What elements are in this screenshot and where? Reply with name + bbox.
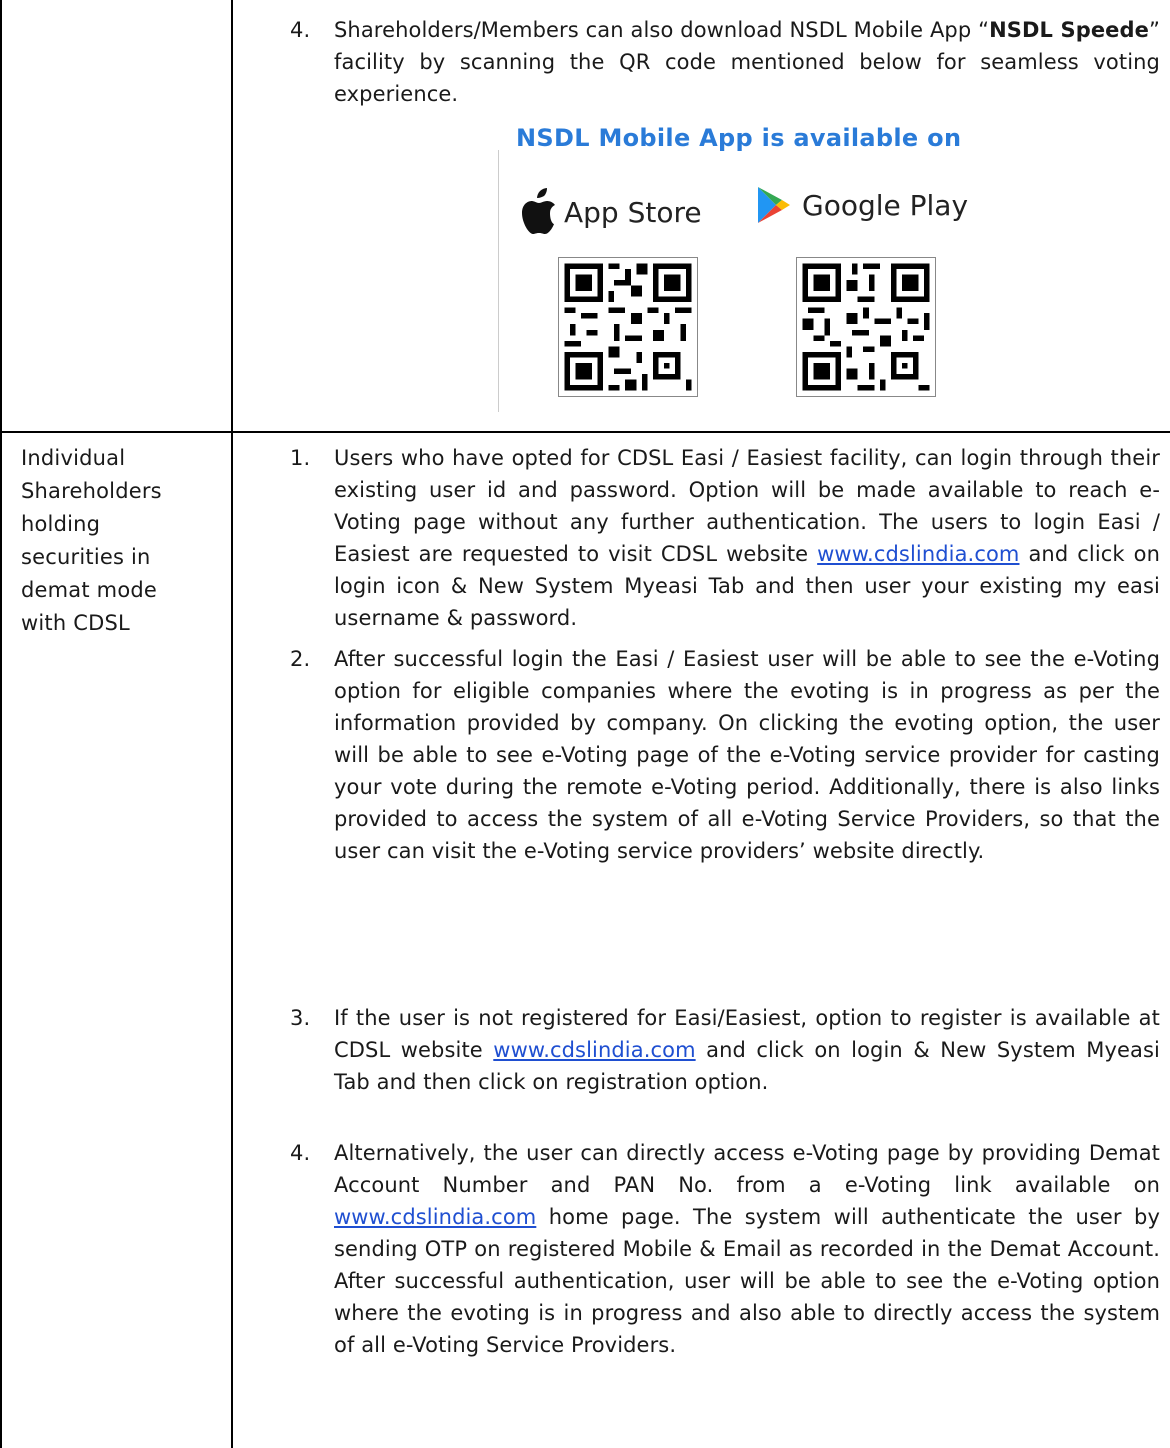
- category-line: with CDSL: [21, 611, 130, 635]
- item-number: 4.: [290, 1141, 311, 1165]
- app-store-badge[interactable]: App Store: [516, 188, 702, 236]
- item-text: Shareholders/Members can also download N…: [334, 18, 1160, 106]
- table-row-divider: [0, 431, 1170, 433]
- item-number: 2.: [290, 647, 311, 671]
- qr-code-image: [797, 258, 935, 396]
- item-text: Alternatively, the user can directly acc…: [334, 1141, 1160, 1357]
- table-column-divider: [231, 0, 233, 1448]
- cdsl-website-link[interactable]: www.cdslindia.com: [817, 542, 1019, 566]
- category-line: Individual: [21, 446, 126, 470]
- app-store-label: App Store: [564, 195, 702, 229]
- item-number: 3.: [290, 1006, 311, 1030]
- app-box-separator: [498, 150, 499, 412]
- cdsl-instruction-item: 3. If the user is not registered for Eas…: [290, 1002, 1160, 1098]
- item-text: If the user is not registered for Easi/E…: [334, 1006, 1160, 1094]
- cdsl-instruction-item: 1. Users who have opted for CDSL Easi / …: [290, 442, 1160, 634]
- category-line: Shareholders: [21, 479, 162, 503]
- category-cell-cdsl: Individual Shareholders holding securiti…: [21, 442, 221, 640]
- google-play-qr-code[interactable]: [796, 257, 936, 397]
- google-play-badge[interactable]: Google Play: [756, 186, 968, 224]
- apple-icon: [522, 188, 555, 234]
- document-page: 4. Shareholders/Members can also downloa…: [0, 0, 1170, 1448]
- app-availability-title: NSDL Mobile App is available on: [516, 124, 962, 152]
- category-line: demat mode: [21, 578, 158, 602]
- category-line: securities in: [21, 545, 151, 569]
- cdsl-website-link[interactable]: www.cdslindia.com: [493, 1038, 695, 1062]
- nsdl-speede-bold: NSDL Speede: [989, 18, 1150, 42]
- item-text: After successful login the Easi / Easies…: [334, 647, 1160, 863]
- app-store-qr-code[interactable]: [558, 257, 698, 397]
- cdsl-instruction-item: 2. After successful login the Easi / Eas…: [290, 643, 1160, 867]
- item-number: 1.: [290, 446, 311, 470]
- cdsl-website-link[interactable]: www.cdslindia.com: [334, 1205, 536, 1229]
- table-left-border: [0, 0, 2, 1448]
- google-play-label: Google Play: [802, 188, 969, 222]
- google-play-icon: [758, 187, 790, 223]
- category-line: holding: [21, 512, 101, 536]
- item-number: 4.: [290, 18, 311, 42]
- qr-code-image: [559, 258, 697, 396]
- cdsl-instruction-item: 4. Alternatively, the user can directly …: [290, 1137, 1160, 1361]
- item-text: Users who have opted for CDSL Easi / Eas…: [334, 446, 1160, 630]
- nsdl-speede-item: 4. Shareholders/Members can also downloa…: [290, 14, 1160, 110]
